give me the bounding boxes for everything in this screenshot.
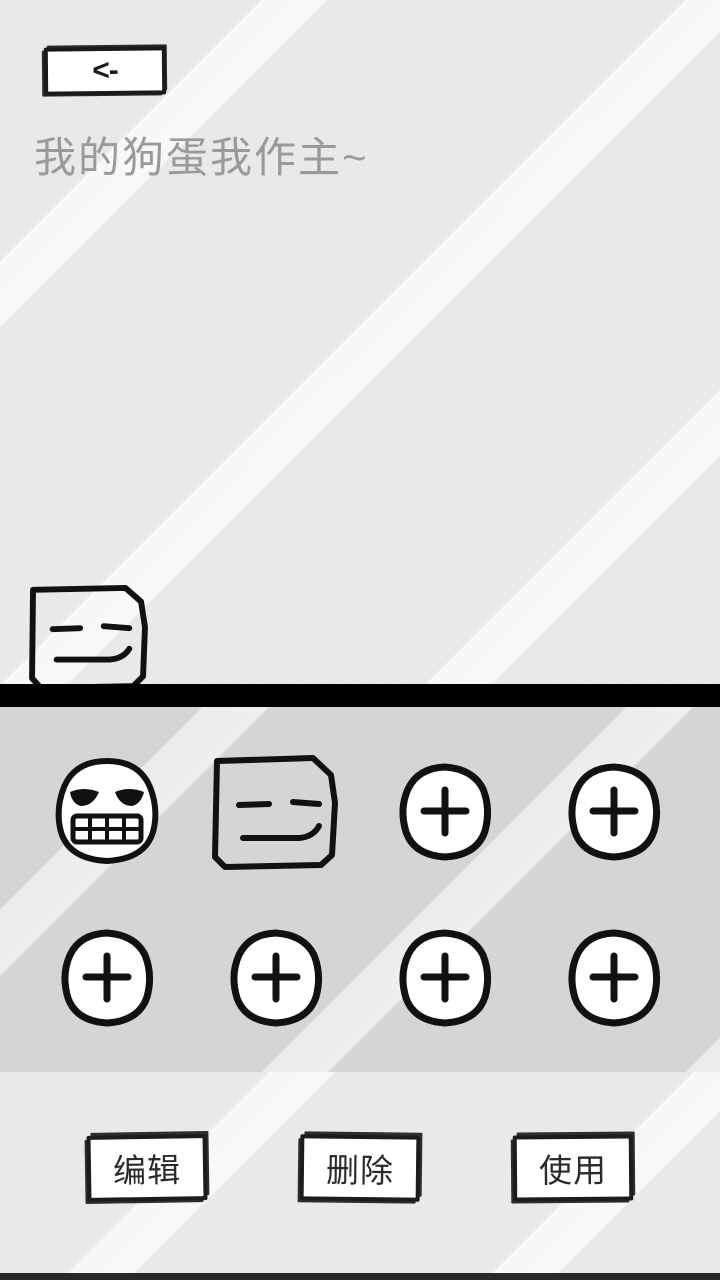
slot-item-2[interactable] — [360, 729, 529, 895]
delete-button[interactable]: 删除 — [299, 1133, 421, 1202]
plus-icon — [568, 763, 660, 861]
slot-item-6[interactable] — [360, 895, 529, 1061]
edit-button[interactable]: 编辑 — [86, 1133, 208, 1202]
divider-bar — [0, 684, 720, 707]
square-smile-face-icon — [211, 755, 338, 870]
slot-item-4[interactable] — [22, 895, 191, 1061]
slot-grid — [0, 707, 720, 1061]
app-screen: <- 我的狗蛋我作主~ 编辑 删除 使用 — [0, 0, 720, 1280]
action-bar: 编辑 删除 使用 — [0, 1072, 720, 1273]
plus-icon — [230, 929, 322, 1027]
plus-icon — [399, 929, 491, 1027]
slot-item-3[interactable] — [529, 729, 698, 895]
slot-item-1[interactable] — [191, 729, 360, 895]
system-navigation-bar — [0, 1273, 720, 1280]
gritted-teeth-face-icon — [55, 758, 158, 864]
plus-icon — [568, 929, 660, 1027]
action-button-row: 编辑 删除 使用 — [0, 1072, 720, 1273]
back-button[interactable]: <- — [43, 46, 167, 96]
delete-button-label: 删除 — [325, 1151, 395, 1189]
plus-icon — [61, 929, 153, 1027]
back-arrow-icon: <- — [92, 53, 118, 88]
slot-item-0[interactable] — [22, 729, 191, 895]
use-button-label: 使用 — [539, 1151, 608, 1189]
use-button[interactable]: 使用 — [513, 1133, 634, 1202]
plus-icon — [399, 763, 491, 861]
edit-button-label: 编辑 — [112, 1150, 181, 1190]
slot-item-7[interactable] — [529, 895, 698, 1061]
face-inventory-panel — [0, 707, 720, 1072]
page-title: 我的狗蛋我作主~ — [34, 134, 369, 181]
character-preview-area — [0, 200, 720, 692]
slot-item-5[interactable] — [191, 895, 360, 1061]
preview-square-smile-face — [26, 582, 154, 692]
